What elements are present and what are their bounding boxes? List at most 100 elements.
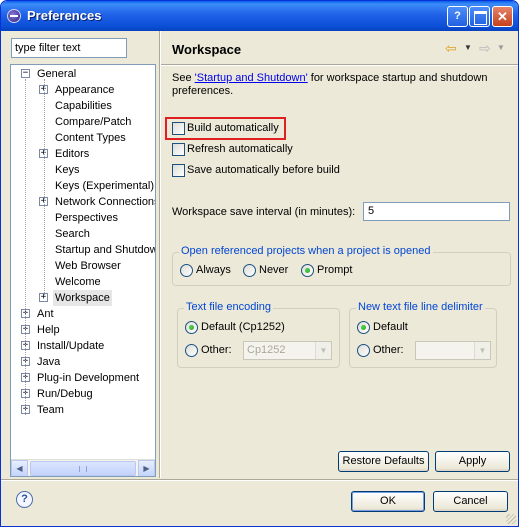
tree-item-label: Team: [37, 404, 64, 416]
checkbox-box[interactable]: [172, 164, 185, 177]
title-separator: [161, 64, 518, 66]
tree-item-java[interactable]: + Java: [11, 354, 155, 370]
radio-button[interactable]: [301, 264, 314, 277]
radio-button[interactable]: [357, 321, 370, 334]
radio-label: Other:: [373, 344, 404, 356]
title-bar[interactable]: Preferences ? ✕: [1, 1, 518, 31]
save-interval-label: Workspace save interval (in minutes):: [172, 206, 356, 218]
tree-item-run-debug[interactable]: + Run/Debug: [11, 386, 155, 402]
radio-button[interactable]: [243, 264, 256, 277]
radio-label: Prompt: [317, 264, 353, 276]
eclipse-icon: [7, 9, 21, 23]
tree-item-label: Search: [55, 228, 90, 240]
tree-item-perspectives[interactable]: Perspectives: [11, 210, 155, 226]
tree-item-ant[interactable]: + Ant: [11, 306, 155, 322]
line-delimiter-group: New text file line delimiter Default Oth…: [349, 301, 497, 368]
back-menu-icon[interactable]: ▼: [464, 43, 472, 52]
startup-shutdown-link[interactable]: 'Startup and Shutdown': [195, 72, 308, 84]
tree-item-label: Java: [37, 356, 61, 368]
text-encoding-group: Text file encoding Default (Cp1252) Othe…: [177, 301, 340, 368]
tree-item-network-connections[interactable]: + Network Connections: [11, 194, 155, 210]
apply-button[interactable]: Apply: [435, 451, 510, 472]
radio-label: Other:: [201, 344, 232, 356]
tree-item-content-types[interactable]: Content Types: [11, 130, 155, 146]
tree-item-label: Keys: [55, 164, 80, 176]
tree-item-workspace[interactable]: + Workspace: [11, 290, 155, 306]
tree-item-label: Workspace: [53, 290, 112, 306]
preferences-window: Preferences ? ✕ −General+AppearanceCapab…: [0, 0, 519, 527]
group-title: Text file encoding: [184, 301, 273, 313]
scroll-right-icon[interactable]: ▶: [138, 460, 155, 476]
forward-arrow-icon[interactable]: ⇨: [479, 41, 491, 55]
tree-item-label: Run/Debug: [37, 388, 93, 400]
tree-item-label: Ant: [37, 308, 54, 320]
cancel-button[interactable]: Cancel: [433, 491, 508, 512]
maximize-icon[interactable]: [469, 6, 490, 27]
radio-label: Never: [259, 264, 289, 276]
tree-item-label: Welcome: [55, 276, 101, 288]
checkbox-box[interactable]: [172, 143, 185, 156]
preference-tree[interactable]: − General + Appearance Capabilities Compare/P…: [10, 64, 156, 477]
tree-item-welcome[interactable]: Welcome: [11, 274, 155, 290]
help-icon[interactable]: ?: [447, 6, 468, 27]
tree-item-label: General: [37, 68, 77, 80]
radio-button[interactable]: [180, 264, 193, 277]
tree-item-appearance[interactable]: + Appearance: [11, 82, 155, 98]
tree-item-startup-and-shutdown[interactable]: Startup and Shutdown: [11, 242, 155, 258]
radio-label: Always: [196, 264, 231, 276]
resize-grip-icon[interactable]: [506, 514, 516, 524]
radio-label: Default (Cp1252): [201, 321, 285, 333]
forward-menu-icon[interactable]: ▼: [497, 43, 505, 52]
tree-item-plug-in-development[interactable]: + Plug-in Development: [11, 370, 155, 386]
checkbox-label: Build automatically: [187, 122, 279, 134]
scroll-left-icon[interactable]: ◀: [11, 460, 28, 476]
tree-item-search[interactable]: Search: [11, 226, 155, 242]
tree-item-keys-experimental-[interactable]: Keys (Experimental): [11, 178, 155, 194]
collapse-icon[interactable]: −: [21, 69, 30, 78]
encoding-combo[interactable]: Cp1252 ▼: [243, 341, 332, 360]
tree-item-compare-patch[interactable]: Compare/Patch: [11, 114, 155, 130]
tree-item-editors[interactable]: + Editors: [11, 146, 155, 162]
restore-defaults-button[interactable]: Restore Defaults: [338, 451, 429, 472]
tree-item-label: Editors: [55, 148, 90, 160]
combo-value: Cp1252: [247, 344, 286, 356]
intro-text: See 'Startup and Shutdown' for workspace…: [172, 72, 502, 98]
horizontal-scrollbar[interactable]: ◀ ▶: [11, 459, 155, 476]
tree-item-capabilities[interactable]: Capabilities: [11, 98, 155, 114]
chevron-down-icon[interactable]: ▼: [315, 342, 331, 359]
window-title: Preferences: [27, 8, 102, 23]
intro-prefix: See: [172, 72, 195, 84]
radio-button[interactable]: [185, 321, 198, 334]
tree-item-label: Keys (Experimental): [55, 180, 155, 192]
tree-item-label: Appearance: [55, 84, 115, 96]
tree-item-label: Help: [37, 324, 60, 336]
group-title: Open referenced projects when a project …: [179, 245, 433, 257]
page-title: Workspace: [172, 42, 242, 57]
navigation-arrows: ⇦ ▼ ⇨ ▼: [445, 41, 507, 57]
bottom-separator: [1, 479, 518, 481]
tree-item-general[interactable]: − General: [11, 66, 155, 82]
ok-button[interactable]: OK: [351, 491, 425, 512]
checkbox-box[interactable]: [172, 122, 185, 135]
tree-item-label: Capabilities: [55, 100, 112, 112]
tree-item-label: Web Browser: [55, 260, 121, 272]
delimiter-combo[interactable]: ▼: [415, 341, 491, 360]
tree-item-install-update[interactable]: + Install/Update: [11, 338, 155, 354]
chevron-down-icon[interactable]: ▼: [474, 342, 490, 359]
save-interval-input[interactable]: 5: [363, 202, 510, 221]
back-arrow-icon[interactable]: ⇦: [445, 41, 457, 55]
tree-item-web-browser[interactable]: Web Browser: [11, 258, 155, 274]
radio-button[interactable]: [185, 344, 198, 357]
filter-input[interactable]: [11, 38, 127, 58]
open-projects-group: Open referenced projects when a project …: [172, 245, 511, 286]
tree-item-team[interactable]: + Team: [11, 402, 155, 418]
group-title: New text file line delimiter: [356, 301, 485, 313]
tree-item-label: Compare/Patch: [55, 116, 132, 128]
tree-item-help[interactable]: + Help: [11, 322, 155, 338]
tree-connector: [44, 79, 45, 295]
close-icon[interactable]: ✕: [492, 6, 513, 27]
help-question-icon[interactable]: ?: [16, 491, 33, 508]
tree-item-keys[interactable]: Keys: [11, 162, 155, 178]
scroll-thumb[interactable]: [30, 461, 136, 476]
radio-button[interactable]: [357, 344, 370, 357]
